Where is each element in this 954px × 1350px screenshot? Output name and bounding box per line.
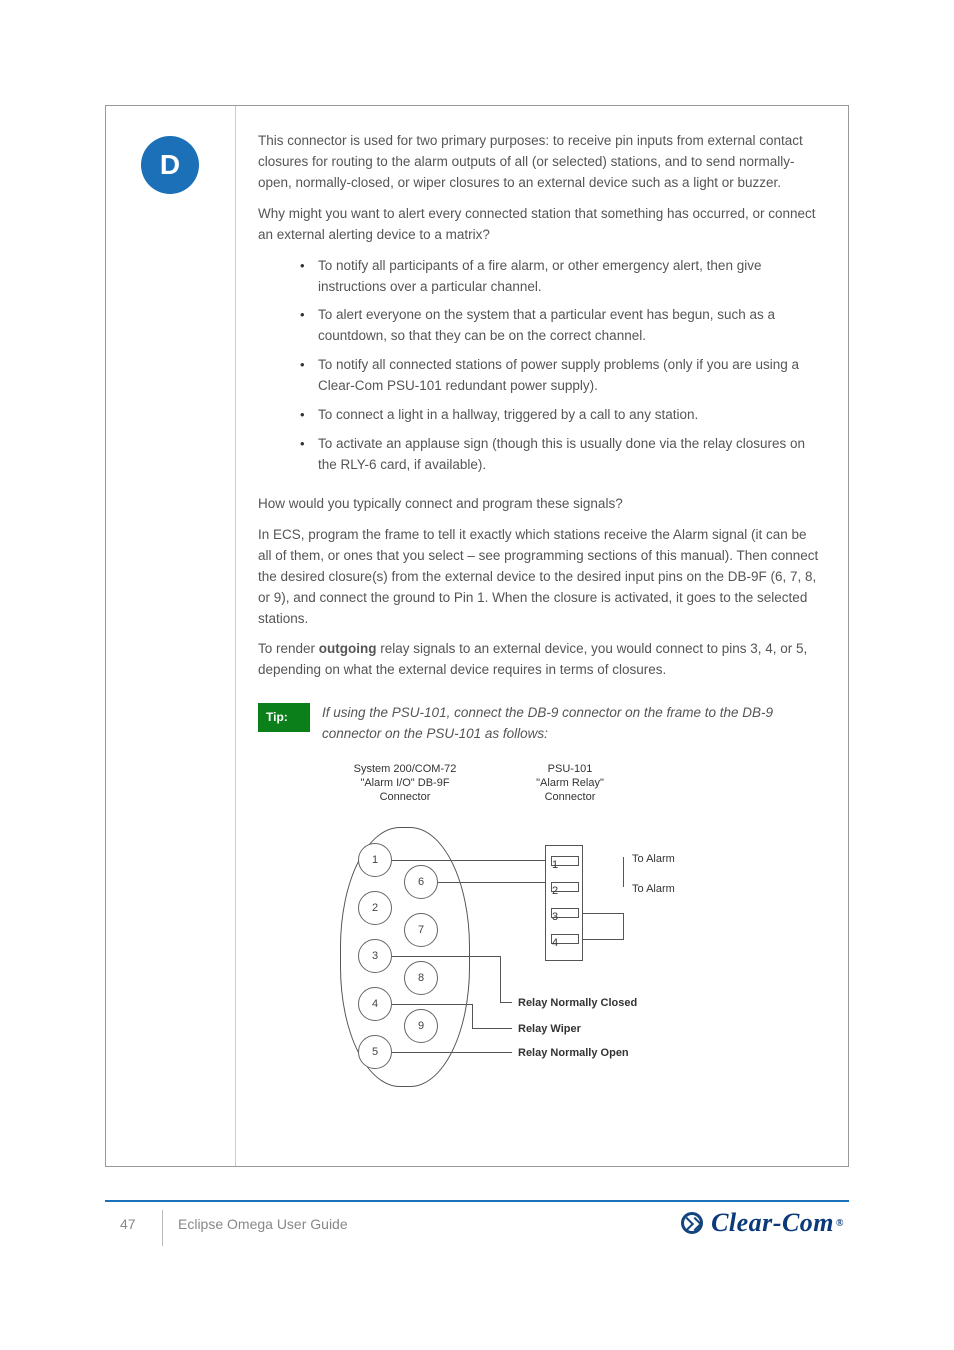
db9-pin: 5 <box>358 1035 392 1069</box>
list-item: To connect a light in a hallway, trigger… <box>300 405 822 434</box>
wire <box>545 860 546 861</box>
wire <box>392 1004 472 1005</box>
relay-nc-label: Relay Normally Closed <box>518 995 637 1012</box>
wire <box>500 956 501 1002</box>
tip-chip: Tip: <box>258 703 310 732</box>
db9-pin: 7 <box>404 913 438 947</box>
tip-block: Tip: If using the PSU-101, connect the D… <box>258 703 822 745</box>
text: To render <box>258 641 319 656</box>
psu-port: 2 <box>551 882 579 892</box>
brand-logo: Clear-Com® <box>681 1208 844 1238</box>
wiring-diagram: System 200/COM-72"Alarm I/O" DB-9FConnec… <box>320 763 760 1093</box>
psu-port: 1 <box>551 856 579 866</box>
db9-pin: 3 <box>358 939 392 973</box>
list-item: To activate an applause sign (though thi… <box>300 434 822 484</box>
psu-port: 4 <box>551 934 579 944</box>
wire <box>392 1052 512 1053</box>
db9-title: System 200/COM-72"Alarm I/O" DB-9FConnec… <box>310 763 500 804</box>
db9-pin: 1 <box>358 843 392 877</box>
page-frame: D This connector is used for two primary… <box>105 105 849 1167</box>
footer-rule <box>105 1200 849 1202</box>
brand-mark-icon <box>681 1212 703 1234</box>
relay-wiper-label: Relay Wiper <box>518 1021 581 1038</box>
how-body: In ECS, program the frame to tell it exa… <box>258 525 822 630</box>
to-alarm-1: To Alarm <box>632 851 675 868</box>
how-question: How would you typically connect and prog… <box>258 494 822 515</box>
list-item: To notify all participants of a fire ala… <box>300 256 822 306</box>
list-item: To notify all connected stations of powe… <box>300 355 822 405</box>
wire <box>392 860 545 861</box>
page-number: 47 <box>120 1216 136 1232</box>
brand-text: Clear-Com <box>711 1208 834 1238</box>
brand-registered-icon: ® <box>836 1218 844 1229</box>
db9-pin: 8 <box>404 961 438 995</box>
wire <box>500 1002 512 1003</box>
section-badge: D <box>141 136 199 194</box>
db9-pin: 4 <box>358 987 392 1021</box>
wire <box>583 913 623 914</box>
reason-list: To notify all participants of a fire ala… <box>258 256 822 484</box>
wire <box>392 956 500 957</box>
why-intro: Why might you want to alert every connec… <box>258 204 822 246</box>
wire <box>623 857 624 887</box>
footer-separator <box>162 1210 163 1246</box>
body-column: This connector is used for two primary p… <box>236 106 848 1166</box>
to-alarm-2: To Alarm <box>632 881 675 898</box>
lead-paragraph: This connector is used for two primary p… <box>258 131 822 194</box>
wire <box>472 1004 473 1028</box>
db9-pin: 9 <box>404 1009 438 1043</box>
tip-text: If using the PSU-101, connect the DB-9 c… <box>322 703 822 745</box>
list-item: To alert everyone on the system that a p… <box>300 305 822 355</box>
doc-title: Eclipse Omega User Guide <box>178 1216 348 1232</box>
wire <box>583 939 623 940</box>
relay-no-label: Relay Normally Open <box>518 1045 629 1062</box>
wire <box>472 1028 512 1029</box>
how-body-2: To render outgoing relay signals to an e… <box>258 639 822 681</box>
wire <box>623 913 624 940</box>
wire <box>438 882 545 883</box>
text-strong: outgoing <box>319 641 377 656</box>
psu-port: 3 <box>551 908 579 918</box>
psu-title: PSU-101"Alarm Relay"Connector <box>520 763 620 804</box>
psu-connector-icon: 1 2 3 4 <box>545 845 583 961</box>
left-gutter: D <box>106 106 236 1166</box>
db9-pin: 2 <box>358 891 392 925</box>
db9-pin: 6 <box>404 865 438 899</box>
